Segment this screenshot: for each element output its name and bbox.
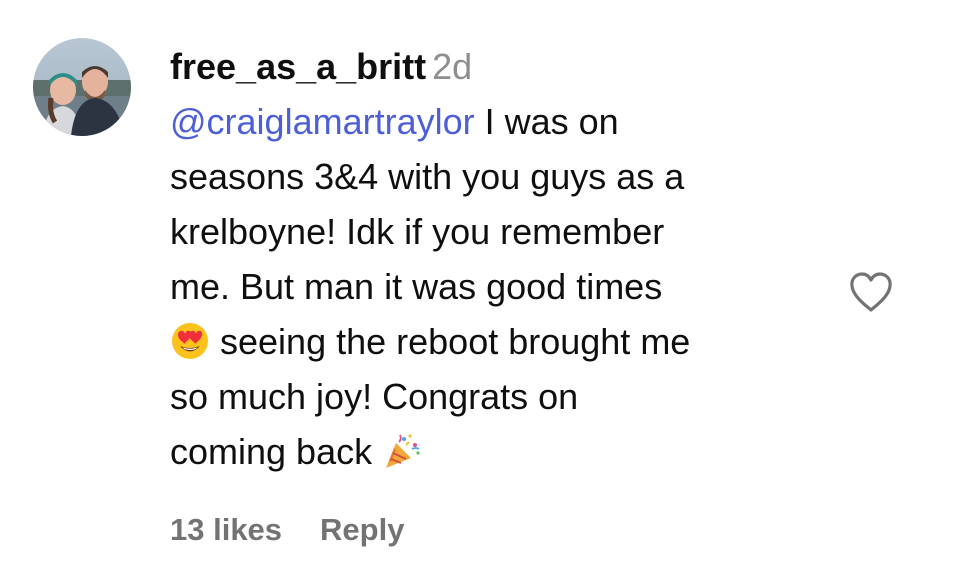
comment-line: seeing the reboot brought me <box>170 314 830 369</box>
comment-item: free_as_a_britt 2d @craiglamartraylor I w… <box>0 0 980 584</box>
comment-line-text: I was on <box>474 101 619 142</box>
comment-timestamp[interactable]: 2d <box>432 46 472 87</box>
party-popper-icon <box>382 431 422 471</box>
avatar-photo <box>33 38 131 136</box>
smiling-face-with-heart-eyes-icon <box>170 321 210 361</box>
comment-header: free_as_a_britt 2d <box>170 40 830 94</box>
comment-content: free_as_a_britt 2d @craiglamartraylor I w… <box>170 40 830 479</box>
comment-line-text: seeing the reboot brought me <box>210 321 691 362</box>
like-button[interactable] <box>848 270 894 314</box>
comment-line: me. But man it was good times <box>170 266 663 307</box>
comment-actions: 13 likes Reply <box>170 512 404 548</box>
reply-button[interactable]: Reply <box>320 512 404 548</box>
username-link[interactable]: free_as_a_britt <box>170 46 426 87</box>
heart-outline-icon <box>850 272 892 312</box>
likes-count[interactable]: 13 likes <box>170 512 282 548</box>
comment-line: @craiglamartraylor I was on <box>170 94 830 149</box>
mention-link[interactable]: @craiglamartraylor <box>170 101 475 142</box>
comment-line: krelboyne! Idk if you remember <box>170 211 665 252</box>
comment-line: so much joy! Congrats on <box>170 376 579 417</box>
comment-line: seasons 3&4 with you guys as a <box>170 156 685 197</box>
comment-text: @craiglamartraylor I was on seasons 3&4 … <box>170 94 830 479</box>
avatar[interactable] <box>33 38 131 136</box>
comment-line: coming back <box>170 424 830 479</box>
comment-line-text: coming back <box>170 431 383 472</box>
